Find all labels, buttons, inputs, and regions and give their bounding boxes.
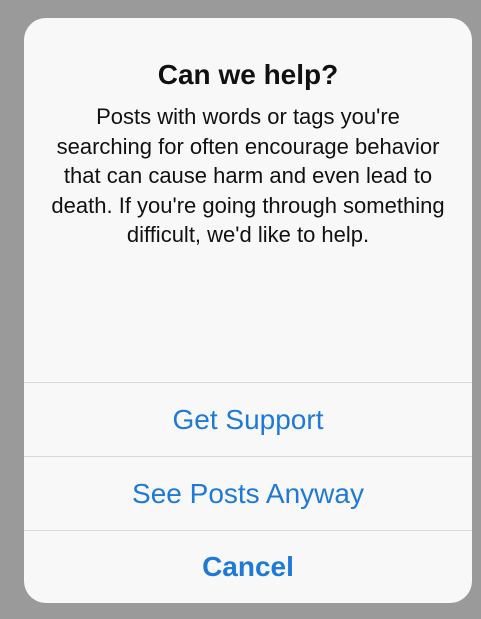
help-alert-dialog: Can we help? Posts with words or tags yo… <box>24 18 472 603</box>
alert-title: Can we help? <box>157 59 339 90</box>
see-posts-anyway-button[interactable]: See Posts Anyway <box>24 456 472 530</box>
cancel-button[interactable]: Cancel <box>24 530 472 602</box>
alert-message: Posts with words or tags you're searchin… <box>51 104 445 247</box>
alert-actions: Get Support See Posts Anyway Cancel <box>24 382 472 602</box>
alert-content: Can we help? Posts with words or tags yo… <box>24 18 472 382</box>
get-support-button[interactable]: Get Support <box>24 382 472 456</box>
